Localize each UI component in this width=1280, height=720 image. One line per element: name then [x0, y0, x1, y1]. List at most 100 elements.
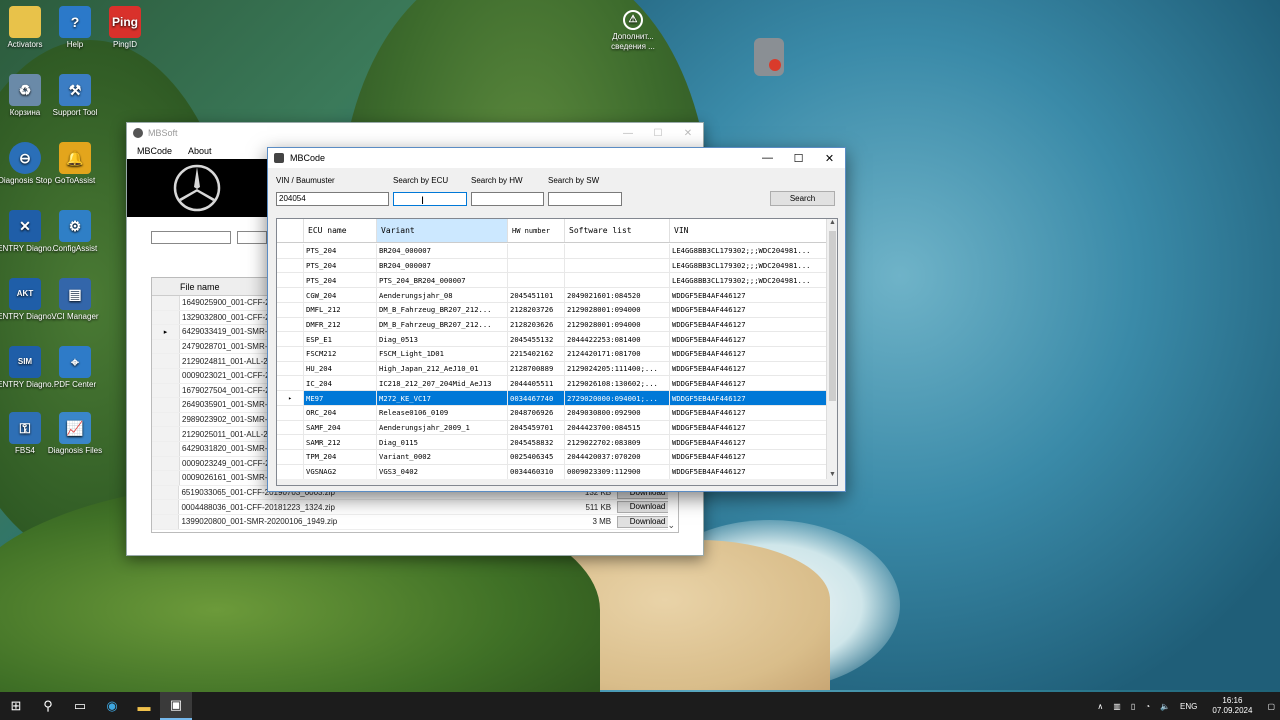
ecu-row[interactable]: SAMR_212 Diag_0115 2045458832 2129022702:08… — [277, 435, 827, 451]
hw-number-cell[interactable]: 2128203726 — [508, 302, 565, 317]
file-row-header[interactable] — [152, 471, 180, 485]
maximize-icon[interactable]: ☐ — [643, 128, 673, 139]
ecu-name-cell[interactable]: CGW_204 — [304, 288, 377, 302]
ecu-row[interactable]: PTS_204 BR204_000007 LE4GG8BB3CL179302;;;W… — [277, 244, 827, 259]
clock[interactable]: 16:16 07.09.2024 — [1212, 696, 1252, 716]
row-header[interactable] — [277, 317, 304, 332]
ecu-row[interactable]: ▸ ME97 M272_KE_VC17 0034467740 2729020000:09… — [277, 391, 827, 406]
row-header[interactable] — [277, 302, 304, 317]
notifications-icon[interactable]: ▢ — [1267, 702, 1275, 711]
software-list-cell[interactable]: 2129028001:094000 — [565, 317, 670, 332]
file-row-header[interactable] — [152, 441, 180, 456]
row-header[interactable] — [277, 405, 304, 420]
ecu-row[interactable]: ORC_204 Release0106_0109 2048706926 2049030… — [277, 405, 827, 421]
ecu-name-cell[interactable]: VGSNAG2 — [304, 464, 377, 479]
software-list-cell[interactable] — [565, 273, 670, 288]
desktop-icon-info[interactable]: ⚠ Дополнит... сведения ... — [598, 10, 668, 52]
variant-cell[interactable]: Diag_0115 — [377, 435, 508, 450]
close-icon[interactable]: ✕ — [814, 148, 845, 168]
hw-number-cell[interactable] — [508, 273, 565, 288]
variant-cell[interactable]: BR204_000007 — [377, 244, 508, 258]
software-list-cell[interactable]: 2129024205:111400;... — [565, 361, 670, 376]
ecu-row[interactable]: VGSNAG2 VGS3_0402 0034460310 0009023309:112… — [277, 464, 827, 480]
vin-cell[interactable]: WDDGF5EB4AF446127 — [670, 435, 827, 450]
grid-horizontal-scrollbar[interactable] — [277, 479, 828, 485]
desktop-icon-robot[interactable] — [734, 38, 804, 78]
ecu-name-cell[interactable]: DMFR_212 — [304, 317, 377, 332]
row-header[interactable] — [277, 332, 304, 347]
hw-number-cell[interactable]: 2045459701 — [508, 420, 565, 435]
software-list-cell[interactable]: 2049030800:092900 — [565, 405, 670, 420]
variant-cell[interactable]: DM_B_Fahrzeug_BR207_212... — [377, 317, 508, 332]
vin-input[interactable]: 204054 — [276, 192, 389, 206]
scroll-down-icon[interactable]: ⌄ — [667, 520, 675, 531]
vin-cell[interactable]: WDDGF5EB4AF446127 — [670, 302, 827, 317]
file-name-header[interactable]: File name — [180, 282, 220, 292]
software-list-cell[interactable]: 2129028001:094000 — [565, 302, 670, 317]
desktop-icon-pdf-center[interactable]: ⌖ PDF Center — [40, 346, 110, 390]
variant-cell[interactable]: VGS3_0402 — [377, 464, 508, 479]
row-header[interactable] — [277, 258, 304, 273]
ecu-row[interactable]: PTS_204 PTS_204_BR204_000007 LE4GG8BB3CL17… — [277, 273, 827, 289]
ecu-name-cell[interactable]: TPM_204 — [304, 450, 377, 464]
ecu-row[interactable]: SAMF_204 Aenderungsjahr_2009_1 2045459701 2… — [277, 420, 827, 436]
col-hw-number[interactable]: HW number — [508, 219, 565, 242]
file-row[interactable]: 0004488036_001-CFF-20181223_1324.zip 511 … — [152, 500, 678, 515]
variant-cell[interactable]: PTS_204_BR204_000007 — [377, 273, 508, 288]
hw-number-cell[interactable]: 2045451101 — [508, 288, 565, 302]
mbsoft-taskbar-icon[interactable]: ▣ — [160, 692, 192, 720]
software-list-cell[interactable]: 2129022702:083809 — [565, 435, 670, 450]
file-row-header[interactable] — [152, 500, 180, 514]
search-button[interactable]: Search — [770, 191, 835, 206]
ecu-grid[interactable]: ECU name Variant HW number Software list… — [276, 218, 838, 486]
desktop-icon-support-tool[interactable]: ⚒ Support Tool — [40, 74, 110, 118]
file-row-header[interactable] — [152, 354, 180, 368]
file-row-header[interactable] — [152, 514, 180, 529]
ecu-name-cell[interactable]: ORC_204 — [304, 405, 377, 420]
ecu-search-input[interactable] — [393, 192, 467, 206]
file-row-header[interactable]: ▸ — [152, 325, 180, 339]
ecu-row[interactable]: CGW_204 Aenderungsjahr_08 2045451101 204902… — [277, 288, 827, 303]
hw-number-cell[interactable]: 2128700889 — [508, 361, 565, 376]
desktop-icon-pingid[interactable]: Ping PingID — [90, 6, 160, 50]
ecu-row[interactable]: IC_204 IC218_212_207_204Mid_AeJ13 20444055… — [277, 376, 827, 392]
row-header[interactable] — [277, 376, 304, 391]
row-header[interactable] — [277, 361, 304, 376]
vin-cell[interactable]: WDDGF5EB4AF446127 — [670, 376, 827, 391]
row-header[interactable] — [277, 420, 304, 435]
vin-cell[interactable]: LE4GG8BB3CL179302;;;WDC204981... — [670, 258, 827, 273]
file-row[interactable]: 1399020800_001-SMR-20200106_1949.zip 3 MB… — [152, 514, 678, 530]
software-list-cell[interactable]: 2729020000:094001;... — [565, 391, 670, 405]
vin-cell[interactable]: LE4GG8BB3CL179302;;;WDC204981... — [670, 273, 827, 288]
col-software-list[interactable]: Software list — [565, 219, 670, 242]
col-variant[interactable]: Variant — [377, 219, 508, 242]
mbsoft-titlebar[interactable]: MBSoft — ☐ ✕ — [127, 123, 703, 143]
scroll-thumb[interactable] — [829, 231, 836, 401]
edge-browser-icon[interactable]: ◉ — [96, 692, 128, 720]
task-view-icon[interactable]: ▭ — [64, 692, 96, 720]
desktop-icon-vci-manager[interactable]: ▤ VCI Manager — [40, 278, 110, 322]
hw-number-cell[interactable] — [508, 258, 565, 273]
ecu-row[interactable]: FSCM212 FSCM_Light_1D01 2215402162 21244201… — [277, 347, 827, 362]
vin-cell[interactable]: WDDGF5EB4AF446127 — [670, 405, 827, 420]
software-list-cell[interactable] — [565, 258, 670, 273]
file-row-header[interactable] — [152, 368, 180, 383]
network-icon[interactable]: ▥ — [1113, 702, 1121, 711]
hw-number-cell[interactable]: 2045458832 — [508, 435, 565, 450]
vin-cell[interactable]: WDDGF5EB4AF446127 — [670, 332, 827, 347]
sw-search-input[interactable] — [548, 192, 622, 206]
vin-cell[interactable]: WDDGF5EB4AF446127 — [670, 450, 827, 464]
file-row-header[interactable] — [152, 398, 180, 412]
ecu-row[interactable]: TPM_204 Variant_0002 0025406345 2044420037:… — [277, 450, 827, 465]
variant-cell[interactable]: M272_KE_VC17 — [377, 391, 508, 405]
desktop-icon-gotoassist[interactable]: 🔔 GoToAssist — [40, 142, 110, 186]
ecu-name-cell[interactable]: ESP_E1 — [304, 332, 377, 347]
file-row-header[interactable] — [152, 296, 180, 310]
vin-cell[interactable]: WDDGF5EB4AF446127 — [670, 317, 827, 332]
row-header[interactable] — [277, 435, 304, 450]
row-header[interactable] — [277, 450, 304, 464]
ecu-name-cell[interactable]: PTS_204 — [304, 258, 377, 273]
hw-number-cell[interactable]: 2045455132 — [508, 332, 565, 347]
file-explorer-icon[interactable]: ▬ — [128, 692, 160, 720]
hw-number-cell[interactable] — [508, 244, 565, 258]
